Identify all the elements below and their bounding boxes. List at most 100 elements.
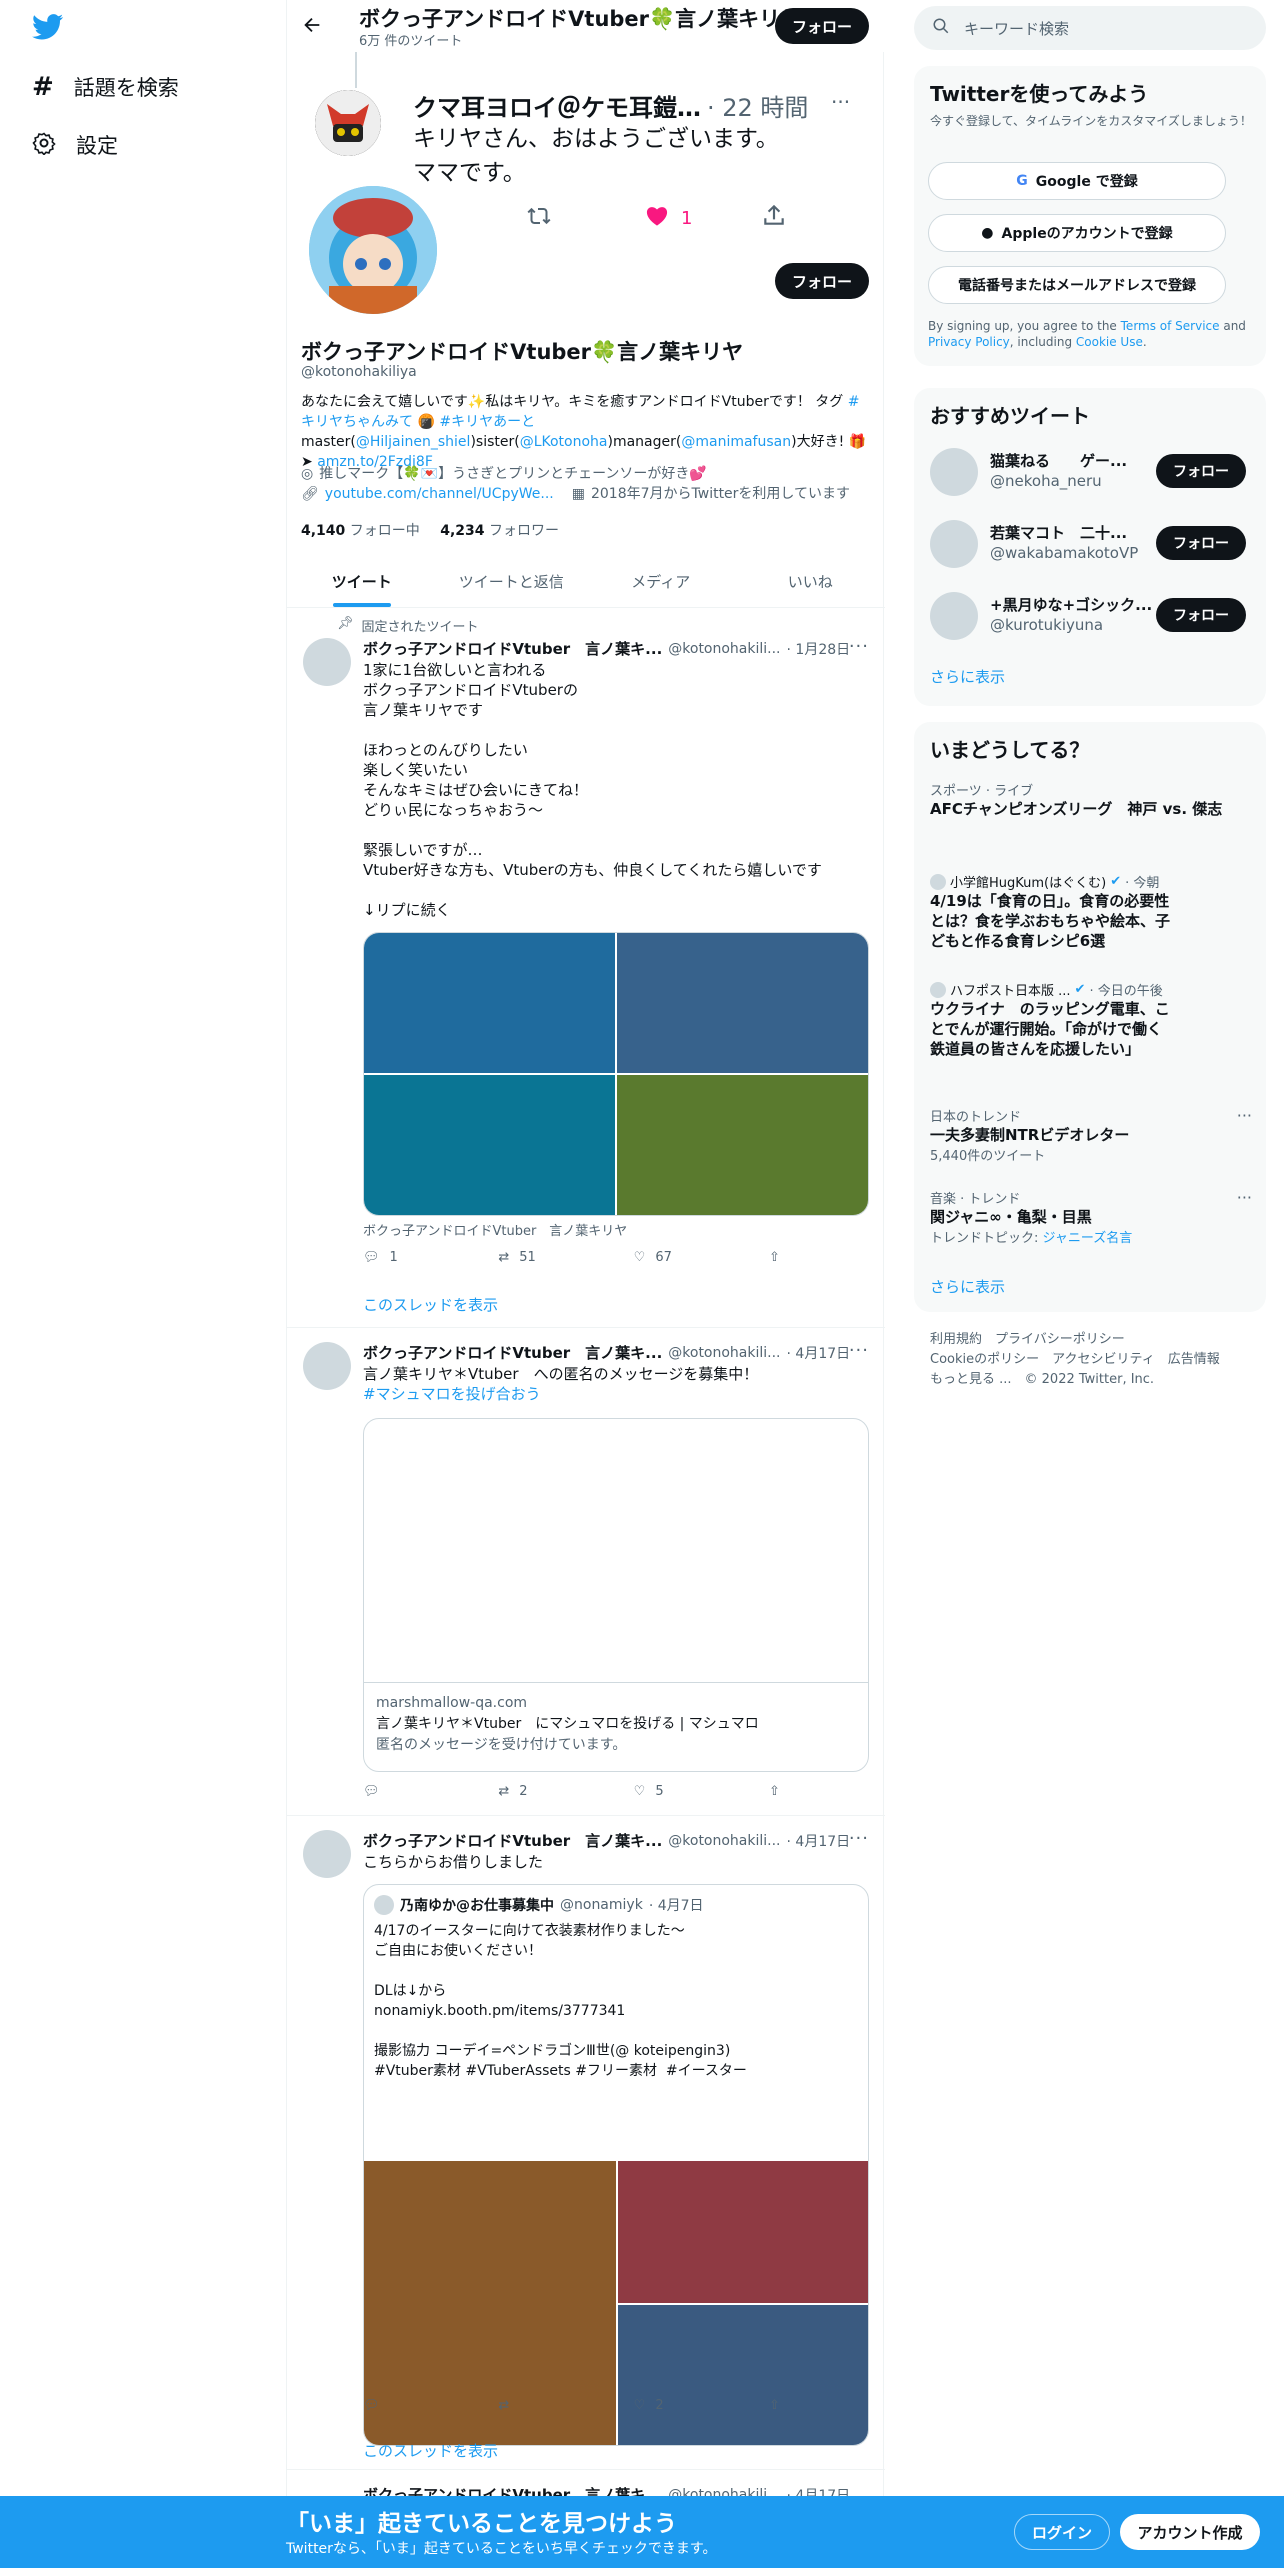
link-icon: 🔗︎ <box>301 486 319 502</box>
link-card[interactable]: marshmallow-qa.com 言ノ葉キリヤ＊Vtuber にマシュマロを… <box>363 1418 869 1772</box>
following-link[interactable]: 4,140 フォロー中 <box>301 523 420 539</box>
reply-button[interactable]: 💬︎ <box>363 1784 463 1799</box>
mention-link[interactable]: @Hiljainen_shiel <box>356 434 471 450</box>
tweet-avatar[interactable] <box>303 638 351 686</box>
tweet-text: こちらからお借りしました <box>363 1853 544 1871</box>
tweet-avatar[interactable] <box>303 1342 351 1390</box>
news-item[interactable]: ハフポスト日本版 ... ✔ · 今日の午後 ウクライナ のラッピング電車、ことでん… <box>930 980 1252 1059</box>
profile-handle: @kotonohakiliya <box>301 364 417 380</box>
search-input[interactable]: キーワード検索 <box>964 18 1069 39</box>
follow-button[interactable]: フォロー <box>1156 454 1246 488</box>
overlay-tweet[interactable]: クマ耳ヨロイ＠ケモ耳鎧… · 22 時間 ··· キリヤさん、おはようございます… <box>287 52 885 186</box>
tweet[interactable]: 📌︎ 固定されたツイート ボクっ子アンドロイドVtuber 言ノ葉キ... @kot… <box>287 608 885 1328</box>
mention-link[interactable]: @LKotonoha <box>520 434 608 450</box>
trend-item[interactable]: スポーツ · ライブ AFCチャンピオンズリーグ 神戸 vs. 傑志 <box>930 780 1252 819</box>
media-image[interactable] <box>618 2305 868 2445</box>
tweet-header: ボクっ子アンドロイドVtuber 言ノ葉キ... @kotonohakili...… <box>363 1832 851 1850</box>
news-item[interactable]: 小学館HugKum(はぐくむ) ✔ · 今朝 4/19は「食育の日」。食育の必要性と… <box>930 872 1252 951</box>
overlay-tweet-time[interactable]: · 22 時間 <box>707 88 808 123</box>
overlay-like-count: 1 <box>681 208 693 229</box>
quote-tweet[interactable]: 乃南ゆか@お仕事募集中 @nonamiyk · 4月7日 4/17のイースターに向け… <box>363 1884 869 2446</box>
more-icon[interactable]: ··· <box>831 90 850 114</box>
like-button[interactable]: ♡ 2 <box>634 2398 734 2413</box>
twitter-logo-icon[interactable] <box>32 14 64 44</box>
google-icon: G <box>1016 173 1028 189</box>
link-card-desc: 匿名のメッセージを受け付けています。 <box>376 1737 627 1753</box>
apple-icon: ● <box>981 225 994 241</box>
tweet-header: ボクっ子アンドロイドVtuber 言ノ葉キ... @kotonohakili...… <box>363 1344 851 1362</box>
more-icon[interactable]: ··· <box>1237 1188 1252 1207</box>
profile-header-bar: ボクっ子アンドロイドVtuber🍀言ノ葉キリヤ 6万 件のツイート フォロー <box>287 0 885 52</box>
nav-explore[interactable]: # 話題を検索 <box>32 72 179 102</box>
retweet-button[interactable]: ⇄ 2 <box>498 1784 598 1799</box>
media-caption: ボクっ子アンドロイドVtuber 言ノ葉キリヤ <box>363 1224 628 1239</box>
media-image[interactable] <box>617 933 868 1073</box>
retweet-button[interactable]: ⇄ <box>498 2398 598 2413</box>
apple-signup-button[interactable]: ● Appleのアカウントで登録 <box>928 214 1226 252</box>
overlay-share-icon[interactable] <box>761 202 787 232</box>
google-signup-button[interactable]: G Google で登録 <box>928 162 1226 200</box>
link-card-title: 言ノ葉キリヤ＊Vtuber にマシュマロを投げる | マシュマロ <box>376 1716 759 1732</box>
reply-button[interactable]: 💬︎ <box>363 2398 463 2413</box>
show-more-link[interactable]: さらに表示 <box>930 666 1005 687</box>
more-icon[interactable]: ··· <box>849 636 869 657</box>
suggest-user[interactable]: 若葉マコト 二十... @wakabamakotoVP フォロー <box>930 514 1252 574</box>
bottom-bar-title: 「いま」起きていることを見つけよう <box>286 2511 677 2537</box>
more-icon[interactable]: ··· <box>849 1828 869 1849</box>
tab-tweets[interactable]: ツイート <box>287 556 437 607</box>
overlay-tweet-name[interactable]: クマ耳ヨロイ＠ケモ耳鎧… <box>413 88 701 123</box>
show-thread-link[interactable]: このスレッドを表示 <box>363 2440 498 2461</box>
share-icon[interactable]: ⇧ <box>769 1784 793 1799</box>
suggest-user[interactable]: 猫葉ねる ゲー... @nekoha_neru フォロー <box>930 442 1252 502</box>
trend-item[interactable]: 音楽 · トレンド 関ジャニ∞・亀梨・目黒 トレンドトピック: ジャニーズ名言 … <box>930 1188 1252 1246</box>
followers-link[interactable]: 4,234 フォロワー <box>440 523 559 539</box>
overlay-retweet-icon[interactable] <box>525 204 553 232</box>
reply-button[interactable]: 💬︎ 1 <box>363 1250 463 1265</box>
follow-button[interactable]: フォロー <box>1156 598 1246 632</box>
footer-links[interactable]: 利用規約 プライバシーポリシー Cookieのポリシー アクセシビリティ 広告情… <box>930 1330 1250 1390</box>
media-image[interactable] <box>364 1075 615 1215</box>
profile-url[interactable]: youtube.com/channel/UCpyWe... <box>325 484 554 504</box>
more-icon[interactable]: ··· <box>1237 1106 1252 1125</box>
search-box[interactable]: キーワード検索 <box>914 6 1266 50</box>
follow-button[interactable]: フォロー <box>1156 526 1246 560</box>
show-more-link[interactable]: さらに表示 <box>930 1276 1005 1297</box>
hashtag-link[interactable]: #キリヤあーと <box>439 414 535 430</box>
tweet[interactable]: ボクっ子アンドロイドVtuber 言ノ葉キ... @kotonohakili...… <box>287 1328 885 1816</box>
tab-media[interactable]: メディア <box>586 556 736 607</box>
share-icon[interactable]: ⇧ <box>769 1250 793 1265</box>
trend-item[interactable]: 日本のトレンド 一夫多妻制NTRビデオレター 5,440件のツイート ··· <box>930 1106 1252 1164</box>
retweet-button[interactable]: ⇄ 51 <box>498 1250 598 1265</box>
suggest-user[interactable]: +黒月ゆな+ゴシック... @kurotukiyuna フォロー <box>930 586 1252 646</box>
profile-avatar[interactable] <box>305 182 441 318</box>
nav-settings[interactable]: 設定 <box>32 130 118 160</box>
like-button[interactable]: ♡ 67 <box>634 1250 734 1265</box>
tab-tweets-replies[interactable]: ツイートと返信 <box>437 556 587 607</box>
like-button[interactable]: ♡ 5 <box>634 1784 734 1799</box>
overlay-like-button[interactable]: 1 <box>643 204 692 233</box>
tweet[interactable]: ボクっ子アンドロイドVtuber 言ノ葉キ... @kotonohakili...… <box>287 1816 885 2470</box>
hashtag-icon: # <box>32 72 54 102</box>
login-button[interactable]: ログイン <box>1014 2514 1110 2550</box>
media-image[interactable] <box>617 1075 868 1215</box>
more-icon[interactable]: ··· <box>849 1340 869 1361</box>
profile-follow-button[interactable]: フォロー <box>775 263 869 299</box>
profile-bio: あなたに会えて嬉しいです✨私はキリヤ。キミを癒すアンドロイドVtuberです！ … <box>301 394 867 470</box>
profile-joined: 2018年7月からTwitterを利用しています <box>590 486 851 502</box>
pin-icon: 📌︎ <box>337 616 354 631</box>
overlay-tweet-avatar[interactable] <box>315 90 381 156</box>
media-image[interactable] <box>618 2161 868 2303</box>
header-follow-button[interactable]: フォロー <box>775 8 869 44</box>
media-image[interactable] <box>364 933 615 1073</box>
hashtag-link[interactable]: #マシュマロを投げ合おう <box>363 1385 541 1403</box>
tweet-avatar[interactable] <box>303 1830 351 1878</box>
mention-link[interactable]: @manimafusan <box>681 434 791 450</box>
show-thread-link[interactable]: このスレッドを表示 <box>363 1294 498 1315</box>
tweet-media-grid[interactable] <box>363 932 869 1216</box>
back-arrow-icon[interactable] <box>301 14 323 40</box>
share-icon[interactable]: ⇧ <box>769 2398 793 2413</box>
signup-button[interactable]: アカウント作成 <box>1120 2514 1260 2550</box>
phone-signup-button[interactable]: 電話番号またはメールアドレスで登録 <box>928 266 1226 304</box>
gear-icon <box>32 131 56 160</box>
tab-likes[interactable]: いいね <box>736 556 886 607</box>
